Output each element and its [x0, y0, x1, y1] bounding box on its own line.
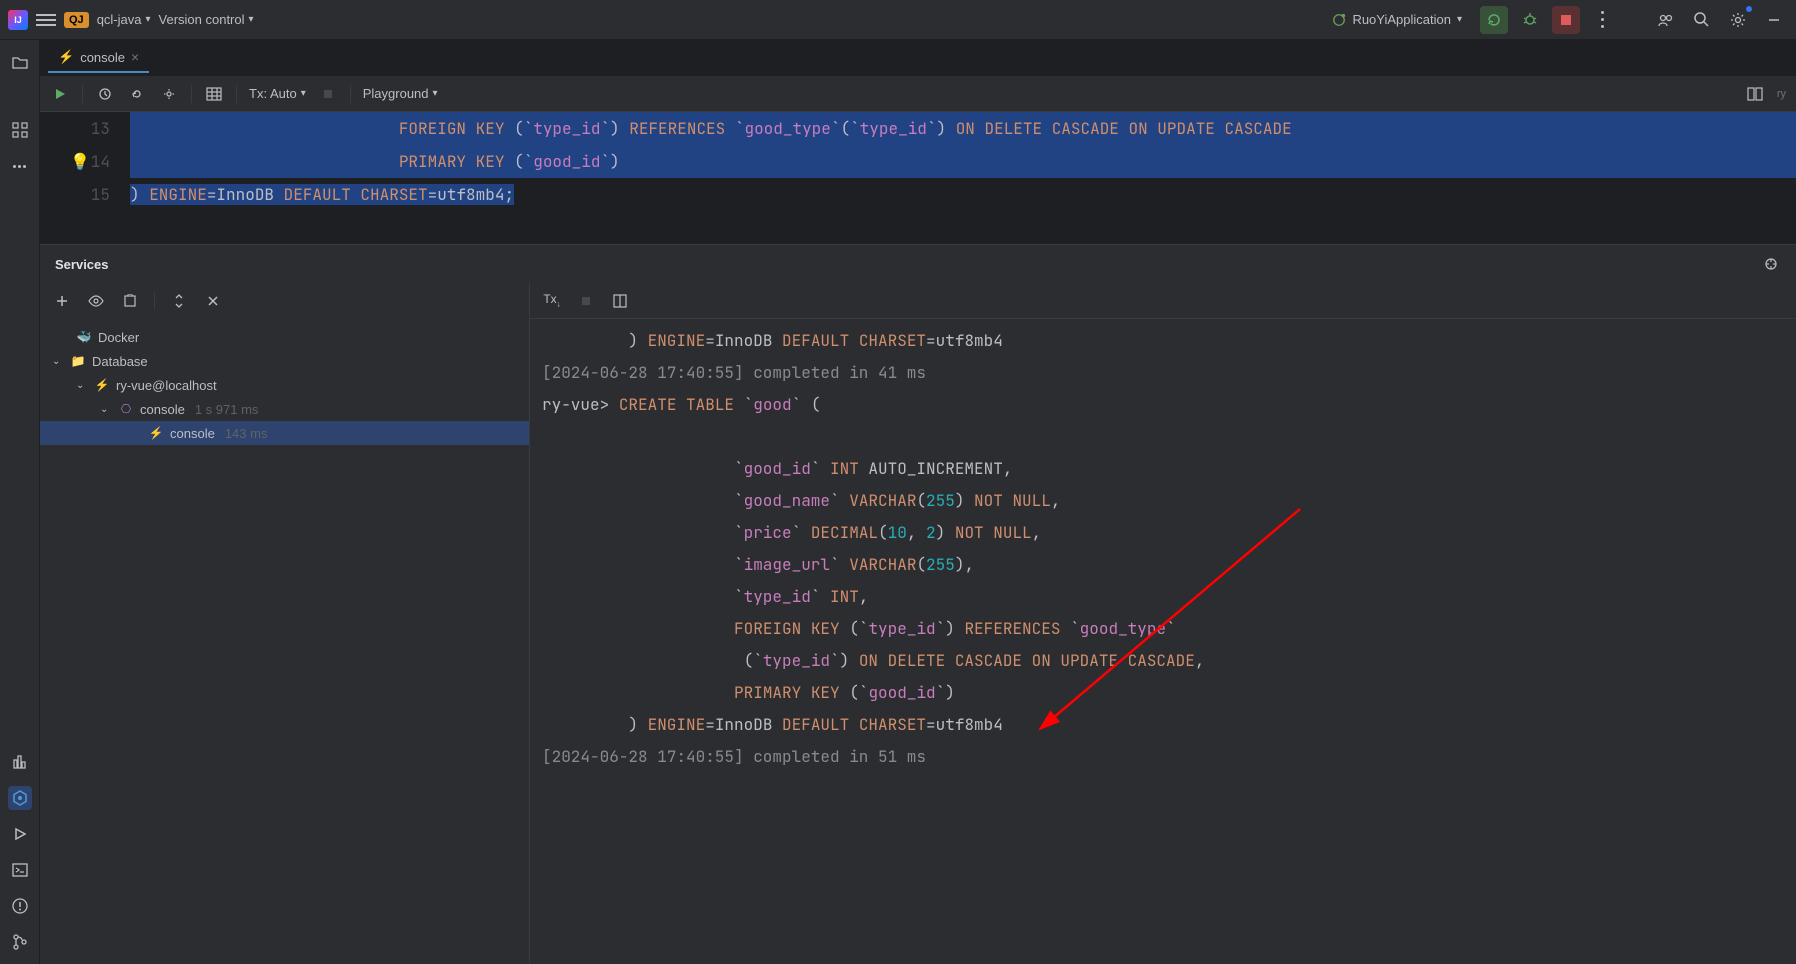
code-line-13[interactable]: FOREIGN KEY (`type_id`) REFERENCES `good… [130, 112, 1796, 145]
app-icon: IJ [8, 10, 28, 30]
chevron-down-icon: ▾ [301, 88, 306, 99]
chevron-down-icon: ▾ [249, 14, 254, 25]
commit-button [318, 84, 338, 104]
services-tree-pane: 🐳 Docker ⌄ 📁 Database ⌄ ⚡ ry-vue@ [40, 283, 530, 964]
tree-time: 1 s 971 ms [195, 402, 259, 417]
hamburger-icon[interactable] [36, 10, 56, 30]
bottom-tool-gutter [0, 750, 40, 964]
tree-label: Docker [98, 330, 139, 345]
playground-selector[interactable]: Playground ▾ [363, 86, 438, 101]
history-button[interactable] [95, 84, 115, 104]
close-icon[interactable]: × [131, 49, 139, 65]
panel-title: Services [55, 257, 109, 272]
debug-button[interactable] [1516, 6, 1544, 34]
services-toolbar [40, 283, 529, 319]
folder-icon: 📁 [70, 353, 86, 369]
execute-button[interactable] [50, 84, 70, 104]
terminal-tool-icon[interactable] [8, 858, 32, 882]
tree-label: Database [92, 354, 148, 369]
expand-collapse-button[interactable] [169, 291, 189, 311]
run-config-icon [1332, 13, 1346, 27]
tx-label: Tx: Auto [249, 86, 297, 101]
services-tree[interactable]: 🐳 Docker ⌄ 📁 Database ⌄ ⚡ ry-vue@ [40, 319, 529, 964]
console-group-icon: ⎔ [118, 401, 134, 417]
git-tool-icon[interactable] [8, 930, 32, 954]
chevron-down-icon: ▾ [1457, 14, 1462, 25]
split-button[interactable] [1745, 84, 1765, 104]
code-line-14[interactable]: 💡 PRIMARY KEY (`good_id`) [130, 145, 1796, 178]
panel-options-icon[interactable] [1761, 254, 1781, 274]
show-button[interactable] [86, 291, 106, 311]
vcs-label: Version control [159, 12, 245, 27]
settings-icon[interactable] [159, 84, 179, 104]
tree-console-group[interactable]: ⌄ ⎔ console 1 s 971 ms [40, 397, 529, 421]
tree-console-item[interactable]: ⚡ console 143 ms [40, 421, 529, 445]
code-line-15[interactable]: ) ENGINE=InnoDB DEFAULT CHARSET=utf8mb4; [130, 178, 1796, 211]
tree-database[interactable]: ⌄ 📁 Database [40, 349, 529, 373]
chevron-down-icon: ⌄ [100, 404, 112, 415]
sql-icon: ⚡ [58, 49, 74, 65]
project-badge: QJ [64, 12, 89, 28]
tree-label: console [170, 426, 215, 441]
code-editor[interactable]: 13 14 15 FOREIGN KEY (`type_id`) REFEREN… [40, 112, 1796, 244]
open-button[interactable] [120, 291, 140, 311]
titlebar: IJ QJ qcl-java▾ Version control▾ RuoYiAp… [0, 0, 1796, 40]
console-output-pane: Tx↓ ) ENGINE=InnoDB DEFAULT CHARSET=utf8… [530, 283, 1796, 964]
tree-label: ry-vue@localhost [116, 378, 217, 393]
build-tool-icon[interactable] [8, 750, 32, 774]
tree-time: 143 ms [225, 426, 268, 441]
more-tool-icon[interactable] [8, 154, 32, 178]
rerun-button[interactable] [1480, 6, 1508, 34]
chevron-down-icon: ⌄ [52, 356, 64, 367]
chevron-down-icon: ⌄ [76, 380, 88, 391]
sql-icon: ⚡ [148, 425, 164, 441]
run-config-name: RuoYiApplication [1352, 12, 1451, 27]
run-config-selector[interactable]: RuoYiApplication ▾ [1322, 8, 1472, 31]
add-button[interactable] [52, 291, 72, 311]
bulb-icon[interactable]: 💡 [70, 145, 90, 165]
console-output[interactable]: ) ENGINE=InnoDB DEFAULT CHARSET=utf8mb4 … [530, 319, 1796, 964]
tx-mode-selector[interactable]: Tx: Auto ▾ [249, 86, 306, 101]
stop-button[interactable] [1552, 6, 1580, 34]
structure-tool-icon[interactable] [8, 118, 32, 142]
editor-toolbar: Tx: Auto ▾ Playground ▾ ry [40, 76, 1796, 112]
project-name: qcl-java [97, 12, 142, 27]
tree-datasource[interactable]: ⌄ ⚡ ry-vue@localhost [40, 373, 529, 397]
layout-button[interactable] [610, 291, 630, 311]
settings-button[interactable] [1724, 6, 1752, 34]
services-panel: Services [40, 244, 1796, 964]
rollback-button[interactable] [127, 84, 147, 104]
tx-button[interactable]: Tx↓ [542, 291, 562, 311]
datasource-label: ry [1777, 88, 1786, 100]
search-button[interactable] [1688, 6, 1716, 34]
chevron-down-icon: ▾ [145, 14, 150, 25]
project-selector[interactable]: qcl-java▾ [97, 12, 151, 27]
more-button[interactable] [1588, 6, 1616, 34]
vcs-menu[interactable]: Version control ▾ [159, 12, 254, 27]
stop-console-button [576, 291, 596, 311]
problems-tool-icon[interactable] [8, 894, 32, 918]
chevron-down-icon: ▾ [433, 88, 438, 99]
docker-icon: 🐳 [76, 329, 92, 345]
services-tool-icon[interactable] [8, 786, 32, 810]
run-tool-icon[interactable] [8, 822, 32, 846]
project-tool-icon[interactable] [8, 50, 32, 74]
editor-tabs: ⚡ console × [40, 40, 1796, 76]
minimize-button[interactable] [1760, 6, 1788, 34]
tree-label: console [140, 402, 185, 417]
tab-label: console [80, 50, 125, 65]
tab-console[interactable]: ⚡ console × [48, 43, 149, 73]
code-with-me-button[interactable] [1652, 6, 1680, 34]
playground-label: Playground [363, 86, 429, 101]
panel-header: Services [40, 245, 1796, 283]
close-tree-button[interactable] [203, 291, 223, 311]
datasource-icon: ⚡ [94, 377, 110, 393]
console-toolbar: Tx↓ [530, 283, 1796, 319]
tree-docker[interactable]: 🐳 Docker [40, 325, 529, 349]
table-view-button[interactable] [204, 84, 224, 104]
